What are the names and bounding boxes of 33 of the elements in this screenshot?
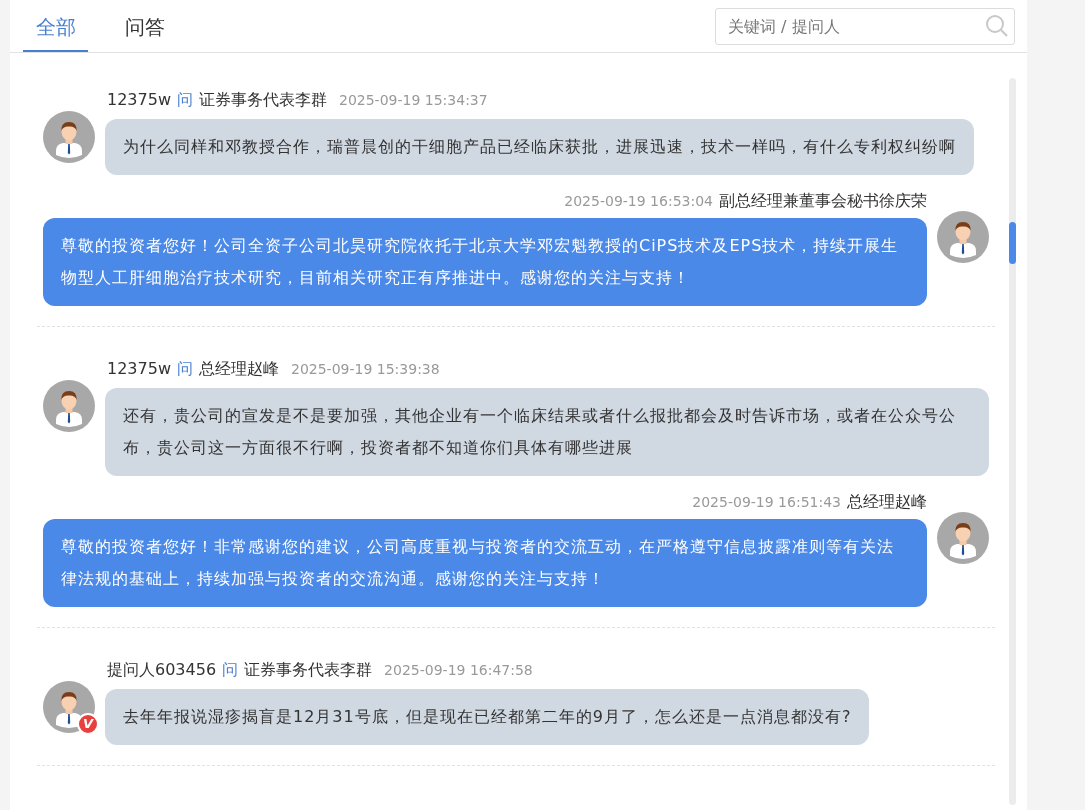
asker-name: 12375w xyxy=(107,358,171,380)
question-time: 2025-09-19 16:47:58 xyxy=(384,661,533,680)
avatar-icon xyxy=(43,111,95,163)
tab[interactable]: 问答 xyxy=(112,0,177,52)
addressee-name: 证券事务代表李群 xyxy=(199,89,327,111)
responder-name: 副总经理兼董事会秘书徐庆荣 xyxy=(719,190,927,212)
answer-bubble: 尊敬的投资者您好！公司全资子公司北昊研究院依托于北京大学邓宏魁教授的CiPS技术及EPS技术，持续开展生物型人工肝细胞治疗技术研究，目前相关研究正有序推进中。感谢您的关注与支持！ xyxy=(43,218,927,306)
question-bubble: 为什么同样和邓教授合作，瑞普晨创的干细胞产品已经临床获批，进展迅速，技术一样吗，有什么专利权纠纷啊 xyxy=(105,119,974,175)
answer-time: 2025-09-19 16:51:43 xyxy=(692,493,841,512)
answer-time: 2025-09-19 16:53:04 xyxy=(564,192,713,211)
question-bubble: 去年年报说湿疹揭盲是12月31号底，但是现在已经都第二年的9月了，怎么还是一点消息都没有? xyxy=(105,689,870,745)
responder-name: 总经理赵峰 xyxy=(847,491,927,513)
asker-name: 提问人603456 xyxy=(107,659,217,681)
search-icon[interactable] xyxy=(985,14,1009,38)
ask-label: 问 xyxy=(222,659,239,681)
addressee-name: 总经理赵峰 xyxy=(199,358,279,380)
search-field[interactable]: 关键词 / 提问人 xyxy=(715,8,1015,45)
question-time: 2025-09-19 15:34:37 xyxy=(339,91,488,110)
avatar-icon xyxy=(43,380,95,432)
verified-badge: V xyxy=(77,713,99,735)
tab[interactable]: 全部 xyxy=(23,0,88,52)
question-time: 2025-09-19 15:39:38 xyxy=(291,360,440,379)
addressee-name: 证券事务代表李群 xyxy=(244,659,373,681)
ask-label: 问 xyxy=(177,358,193,380)
question-bubble: 还有，贵公司的宣发是不是要加强，其他企业有一个临床结果或者什么报批都会及时告诉市场，或者在公众号公布，贵公司这一方面很不行啊，投资者都不知道你们具体有哪些进展 xyxy=(105,388,989,476)
scrollbar-track[interactable] xyxy=(1009,78,1016,805)
answer-bubble: 尊敬的投资者您好！非常感谢您的建议，公司高度重视与投资者的交流互动，在严格遵守信息披露准则等有关法律法规的基础上，持续加强与投资者的交流沟通。感谢您的关注与支持！ xyxy=(43,519,927,607)
avatar-icon xyxy=(43,681,95,733)
avatar-icon xyxy=(937,512,989,564)
asker-name: 12375w xyxy=(107,89,171,111)
scrollbar-thumb[interactable] xyxy=(1009,222,1016,264)
avatar-icon xyxy=(937,211,989,263)
ask-label: 问 xyxy=(177,89,193,111)
